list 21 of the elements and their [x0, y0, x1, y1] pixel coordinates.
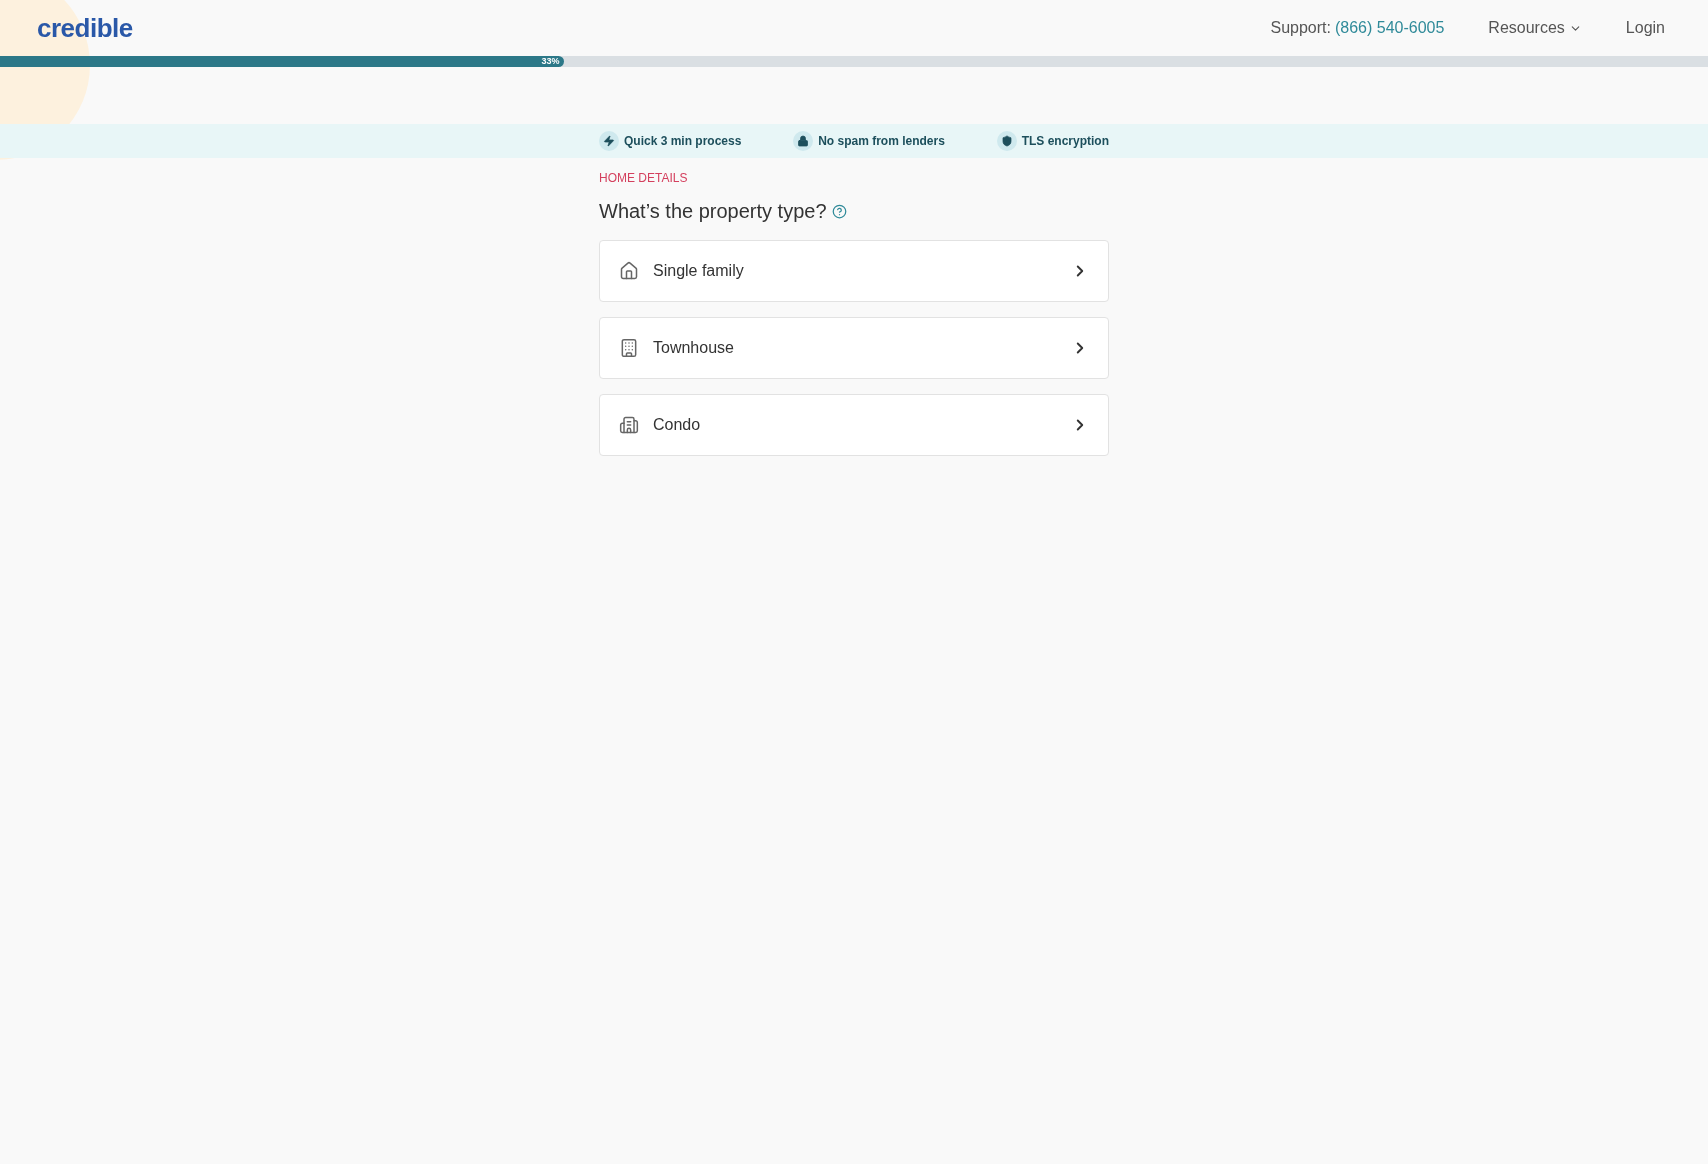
login-link[interactable]: Login [1625, 16, 1665, 40]
resources-dropdown[interactable]: Resources [1488, 16, 1582, 40]
building-icon [619, 415, 639, 435]
support-label: Support: [1270, 18, 1331, 38]
trust-label: No spam from lenders [818, 133, 945, 150]
lock-icon [793, 131, 814, 151]
buildings-icon [619, 338, 639, 358]
section-label: HOME DETAILS [599, 170, 689, 187]
property-option[interactable]: Condo [599, 394, 1109, 456]
property-option[interactable]: Townhouse [599, 317, 1109, 379]
question-heading: What’s the property type? [599, 199, 827, 224]
support-phone-link[interactable]: (866) 540-6005 [1334, 16, 1445, 40]
property-option[interactable]: Single family [599, 240, 1109, 302]
trust-label: Quick 3 min process [624, 133, 742, 150]
shield-icon [996, 131, 1017, 151]
progress-percent: 33% [541, 57, 560, 66]
bolt-icon [599, 131, 619, 151]
house-icon [619, 261, 639, 281]
help-icon[interactable] [831, 203, 847, 219]
logo[interactable]: credible [37, 8, 133, 48]
trust-label: TLS encryption [1021, 133, 1109, 150]
